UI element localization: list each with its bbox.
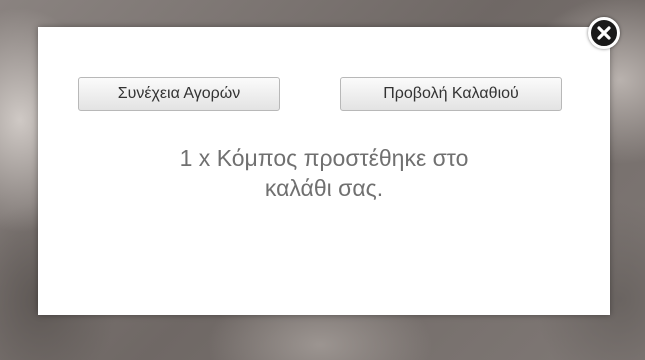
confirmation-message-line-2: καλάθι σας.: [264, 175, 384, 201]
continue-shopping-button[interactable]: Συνέχεια Αγορών: [78, 77, 280, 111]
confirmation-message-line-1: 1 x Κόμπος προστέθηκε στο: [179, 145, 469, 171]
confirmation-message: 1 x Κόμπος προστέθηκε στο καλάθι σας.: [68, 143, 580, 203]
close-button[interactable]: [588, 17, 620, 49]
view-cart-button[interactable]: Προβολή Καλαθιού: [340, 77, 562, 111]
close-icon: [597, 26, 611, 40]
add-to-cart-dialog: Συνέχεια Αγορών Προβολή Καλαθιού 1 x Κόμ…: [38, 27, 610, 315]
